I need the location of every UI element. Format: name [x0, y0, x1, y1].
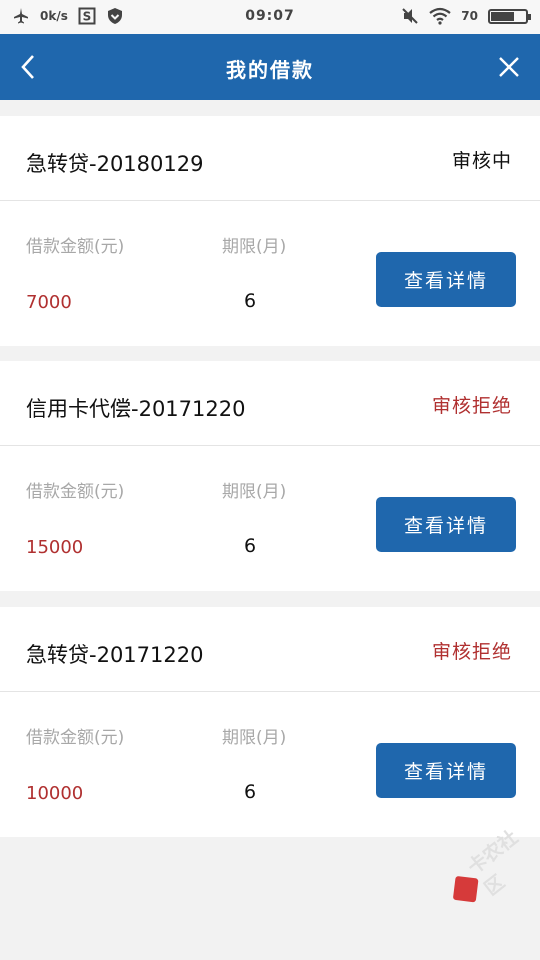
- status-bar: 0k/s S 09:07 70: [0, 0, 540, 34]
- term-label: 期限(月): [222, 728, 287, 748]
- loan-card: 急转贷-20171220 审核拒绝 借款金额(元) 期限(月) 10000 6 …: [0, 607, 540, 837]
- view-details-button[interactable]: 查看详情: [376, 743, 516, 798]
- battery-percent: 70: [461, 9, 478, 23]
- close-button[interactable]: [492, 50, 526, 84]
- loan-amount: 10000: [26, 783, 84, 804]
- loan-amount: 15000: [26, 537, 84, 558]
- wifi-icon: [429, 7, 451, 25]
- amount-label: 借款金额(元): [26, 482, 125, 502]
- view-details-button[interactable]: 查看详情: [376, 497, 516, 552]
- loan-card: 急转贷-20180129 审核中 借款金额(元) 期限(月) 7000 6 查看…: [0, 116, 540, 346]
- close-icon: [499, 57, 519, 77]
- loan-name: 急转贷-20180129: [26, 152, 204, 176]
- loan-term: 6: [244, 781, 257, 803]
- loan-status: 审核拒绝: [431, 641, 512, 663]
- mute-icon: [401, 7, 419, 25]
- loan-status: 审核拒绝: [431, 395, 512, 417]
- amount-label: 借款金额(元): [26, 728, 125, 748]
- watermark-logo-icon: [452, 875, 479, 903]
- loan-card-header: 急转贷-20171220 审核拒绝: [0, 607, 540, 692]
- status-bar-right: 70: [401, 7, 531, 25]
- loan-name: 急转贷-20171220: [26, 643, 204, 667]
- battery-fill: [491, 11, 515, 21]
- loan-term: 6: [244, 290, 257, 312]
- loan-card-header: 信用卡代偿-20171220 审核拒绝: [0, 361, 540, 446]
- loan-name: 信用卡代偿-20171220: [26, 397, 246, 421]
- amount-label: 借款金额(元): [26, 237, 125, 257]
- app-header: 我的借款: [0, 34, 540, 100]
- page-title: 我的借款: [226, 58, 314, 82]
- loan-card: 信用卡代偿-20171220 审核拒绝 借款金额(元) 期限(月) 15000 …: [0, 361, 540, 591]
- loan-status: 审核中: [451, 150, 512, 172]
- loan-card-header: 急转贷-20180129 审核中: [0, 116, 540, 201]
- battery-icon: [488, 8, 531, 24]
- term-label: 期限(月): [222, 482, 287, 502]
- view-details-button[interactable]: 查看详情: [376, 252, 516, 307]
- loan-term: 6: [244, 535, 257, 557]
- term-label: 期限(月): [222, 237, 287, 257]
- loan-amount: 7000: [26, 292, 72, 313]
